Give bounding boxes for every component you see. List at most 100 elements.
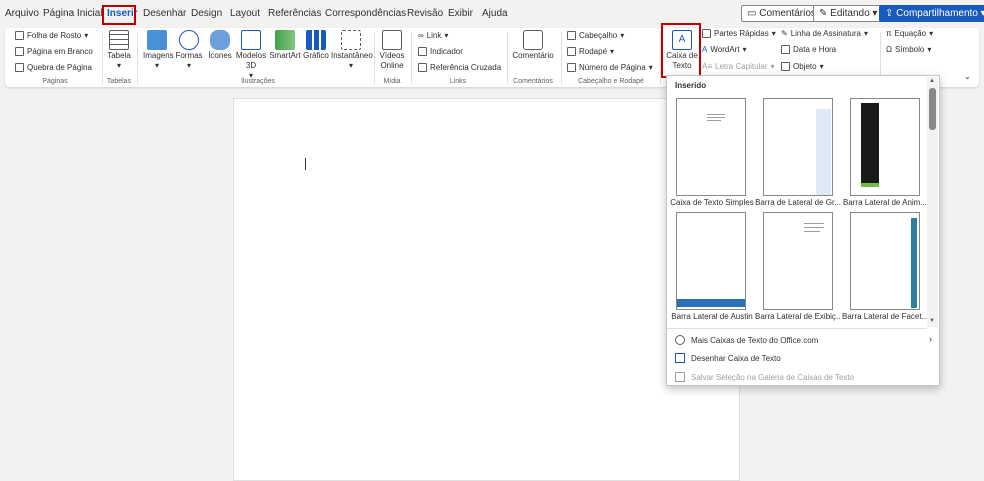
share-button[interactable]: ⇪ Compartilhamento ▾ <box>879 5 984 22</box>
text-box-gallery-dropdown: Inserido Caixa de Texto Simples Barra de… <box>666 75 940 386</box>
chevron-right-icon: › <box>929 334 932 344</box>
tab-ajuda[interactable]: Ajuda <box>482 8 508 19</box>
calendar-icon <box>781 45 790 54</box>
videos-label: Vídeos <box>379 51 405 60</box>
bookmark-icon <box>418 47 427 56</box>
equacao-label: Equação <box>894 29 927 38</box>
scroll-down-icon[interactable]: ▼ <box>929 318 935 324</box>
gallery-caption: Barra Lateral de Austin <box>671 312 753 321</box>
shapes-icon <box>179 30 199 50</box>
chart-icon <box>306 30 326 50</box>
linha-de-assinatura-label: Linha de Assinatura <box>790 29 861 38</box>
blank-page-icon <box>15 47 24 56</box>
wordart-button[interactable]: A WordArt ▾ <box>702 45 747 54</box>
separator <box>561 32 562 84</box>
cabecalho-button[interactable]: Cabeçalho ▾ <box>567 31 624 40</box>
tab-desenhar[interactable]: Desenhar <box>143 8 186 19</box>
modelos-3d-label: Modelos 3D <box>235 51 267 70</box>
omega-icon: Ω <box>886 45 892 54</box>
pagina-em-branco-label: Página em Branco <box>27 47 93 56</box>
editing-label: Editando <box>830 8 870 19</box>
referencia-cruzada-button[interactable]: Referência Cruzada <box>418 63 501 72</box>
group-label-comentarios: Comentários <box>513 78 553 85</box>
smartart-button[interactable]: SmartArt <box>269 30 301 61</box>
tabela-label: Tabela <box>107 51 131 60</box>
formas-button[interactable]: Formas ▾ <box>175 30 203 71</box>
instantaneo-button[interactable]: Instantâneo ▾ <box>331 30 373 71</box>
rodape-label: Rodapé <box>579 47 608 56</box>
save-selection-icon <box>675 372 685 382</box>
tab-revisao[interactable]: Revisão <box>407 8 443 19</box>
tabela-button[interactable]: Tabela ▾ <box>106 30 132 71</box>
modelos-3d-button[interactable]: Modelos 3D ▾ <box>235 30 267 81</box>
partes-rapidas-button[interactable]: Partes Rápidas ▾ <box>702 29 776 38</box>
letra-capitular-button[interactable]: A≡ Letra Capitular ▾ <box>702 62 775 71</box>
separator <box>507 32 508 84</box>
draw-text-box-icon <box>675 353 685 363</box>
cover-page-icon <box>15 31 24 40</box>
separator <box>137 32 138 84</box>
data-e-hora-button[interactable]: Data e Hora <box>781 45 836 54</box>
smartart-label: SmartArt <box>269 51 301 60</box>
objeto-button[interactable]: Objeto ▾ <box>781 62 824 71</box>
imagens-label: Imagens <box>143 51 174 60</box>
gallery-scrollbar[interactable]: ▲ ▼ <box>927 77 938 327</box>
mais-caixas-office-item[interactable]: Mais Caixas de Texto do Office.com <box>675 335 818 345</box>
tab-exibir[interactable]: Exibir <box>448 8 473 19</box>
comments-button[interactable]: ▭ Comentários <box>741 5 822 22</box>
tab-correspondencias[interactable]: Correspondências <box>325 8 406 19</box>
comentario-label: Comentário <box>512 51 554 60</box>
tab-layout[interactable]: Layout <box>230 8 260 19</box>
folha-de-rosto-button[interactable]: Folha de Rosto ▾ <box>15 31 88 40</box>
pi-icon: π <box>886 29 892 38</box>
pagina-em-branco-button[interactable]: Página em Branco <box>15 47 93 56</box>
linha-de-assinatura-button[interactable]: ✎ Linha de Assinatura ▾ <box>781 29 868 38</box>
imagens-button[interactable]: Imagens ▾ <box>143 30 174 71</box>
share-icon: ⇪ <box>885 8 897 19</box>
indicador-label: Indicador <box>430 47 463 56</box>
caixa-de-texto-highlight <box>661 23 701 78</box>
link-icon: ∞ <box>418 31 424 40</box>
scroll-up-icon[interactable]: ▲ <box>929 78 935 84</box>
document-page[interactable] <box>233 98 740 481</box>
gallery-thumb-grade[interactable] <box>763 98 833 196</box>
videos-online-button[interactable]: Vídeos Online <box>377 30 407 71</box>
grafico-button[interactable]: Gráfico <box>302 30 330 61</box>
comments-label: Comentários <box>759 8 816 19</box>
page-number-icon <box>567 63 576 72</box>
indicador-button[interactable]: Indicador <box>418 47 463 56</box>
numero-de-pagina-button[interactable]: Número de Página ▾ <box>567 63 653 72</box>
scroll-thumb[interactable] <box>929 88 936 130</box>
rodape-button[interactable]: Rodapé ▾ <box>567 47 614 56</box>
gallery-thumb-faceta[interactable] <box>850 212 920 310</box>
tab-pagina-inicial[interactable]: Página Inicial <box>43 8 102 19</box>
group-label-paginas: Páginas <box>42 78 68 85</box>
desenhar-caixa-item[interactable]: Desenhar Caixa de Texto <box>675 353 781 363</box>
icones-button[interactable]: Ícones <box>207 30 233 61</box>
simbolo-button[interactable]: Ω Símbolo ▾ <box>886 45 931 54</box>
online-label: Online <box>380 61 404 70</box>
salvar-selecao-item[interactable]: Salvar Seleção na Galeria de Caixas de T… <box>675 372 854 382</box>
comentario-button[interactable]: Comentário <box>511 30 555 61</box>
tab-design[interactable]: Design <box>191 8 222 19</box>
ribbon-expand-button[interactable]: ⌄ <box>964 72 971 81</box>
gallery-thumb-austin[interactable] <box>676 212 746 310</box>
link-button[interactable]: ∞ Link ▾ <box>418 31 448 40</box>
gallery-thumb-simples[interactable] <box>676 98 746 196</box>
gallery-thumb-exibicao[interactable] <box>763 212 833 310</box>
separator <box>374 32 375 84</box>
tab-referencias[interactable]: Referências <box>268 8 321 19</box>
quebra-de-pagina-label: Quebra de Página <box>27 63 92 72</box>
group-label-cabecalho-rodape: Cabeçalho e Rodapé <box>578 78 644 85</box>
globe-icon <box>675 335 685 345</box>
pencil-icon: ✎ <box>819 8 831 19</box>
gallery-thumb-animacao[interactable] <box>850 98 920 196</box>
editing-button[interactable]: ✎ Editando ▾ <box>813 5 884 22</box>
formas-label: Formas <box>175 51 203 60</box>
comment-icon: ▭ <box>747 8 760 19</box>
tab-arquivo[interactable]: Arquivo <box>5 8 39 19</box>
equacao-button[interactable]: π Equação ▾ <box>886 29 933 38</box>
salvar-selecao-label: Salvar Seleção na Galeria de Caixas de T… <box>691 372 855 382</box>
quebra-de-pagina-button[interactable]: Quebra de Página <box>15 63 92 72</box>
icons-icon <box>210 30 230 50</box>
